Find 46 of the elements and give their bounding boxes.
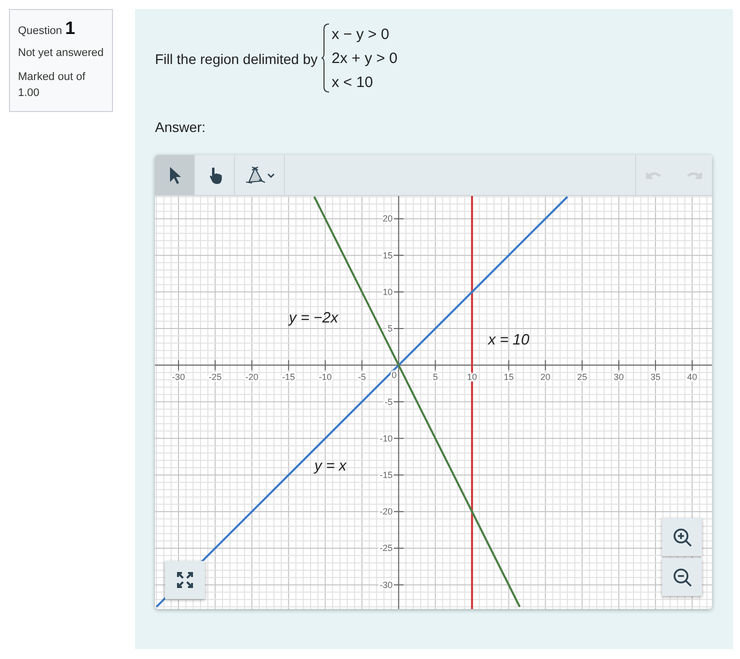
inequality: 2x + y > 0: [332, 49, 398, 69]
line-label: y = x: [314, 458, 346, 475]
axis-tick-label: 10: [382, 286, 393, 297]
caret-icon: [266, 172, 274, 178]
axis-tick-label: 15: [382, 250, 393, 260]
axis-tick-label: -20: [245, 372, 258, 382]
line-label: x = 10: [488, 332, 530, 349]
zoom-out-icon: [672, 567, 692, 587]
axis-tick-label: 35: [650, 372, 660, 382]
question-label: Question: [18, 25, 62, 37]
triangle-icon: [244, 165, 264, 185]
axis-tick-label: 25: [577, 372, 588, 382]
line-label: y = −2x: [288, 309, 338, 326]
axis-tick-label: -20: [380, 506, 393, 517]
axis-tick-label: 40: [687, 372, 698, 382]
question-number: 1: [65, 18, 76, 38]
answer-label: Answer:: [155, 119, 207, 135]
inequality: x < 10: [332, 73, 374, 93]
axis-tick-label: -10: [318, 372, 332, 382]
axis-tick-label: 15: [504, 372, 514, 382]
question-status: Not yet answered: [18, 46, 104, 61]
axis-tick-label: 20: [540, 372, 550, 382]
axis-tick-label: -30: [380, 580, 393, 590]
axis-tick-label: -10: [380, 433, 393, 444]
axis-tick-label: -25: [380, 543, 393, 554]
zoom-in-button[interactable]: [662, 518, 702, 556]
axis-tick-label: -5: [384, 396, 393, 407]
question-text: Fill the region delimited by: [155, 51, 318, 67]
pointer-tool-button[interactable]: [155, 155, 195, 195]
zoom-out-button[interactable]: [662, 558, 702, 596]
axis-tick-label: 20: [382, 214, 393, 224]
axis-tick-label: 0: [392, 370, 397, 380]
axis-tick-label: 5: [388, 324, 393, 334]
axis-tick-label: -25: [208, 372, 222, 382]
axis-tick-label: -15: [282, 372, 296, 382]
fullscreen-button[interactable]: [165, 561, 205, 599]
axis-tick-label: -5: [358, 372, 366, 382]
expand-icon: [175, 570, 195, 590]
curly-brace: [320, 23, 330, 93]
axis-tick-label: 5: [432, 372, 438, 382]
axis-tick-label: -30: [172, 372, 185, 382]
axis-tick-label: 30: [614, 372, 624, 382]
inequality: x − y > 0: [332, 25, 390, 45]
axis-tick-label: -15: [380, 470, 393, 480]
question-grade: Marked out of 1.00: [18, 70, 86, 101]
zoom-in-icon: [672, 527, 692, 547]
